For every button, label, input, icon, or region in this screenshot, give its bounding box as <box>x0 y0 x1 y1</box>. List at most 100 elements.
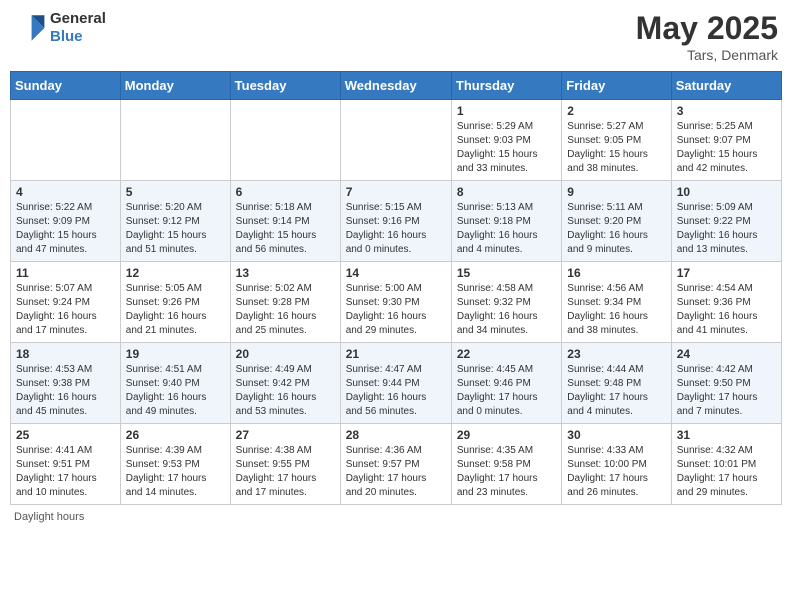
day-number: 31 <box>677 428 776 442</box>
day-info: Sunrise: 4:36 AM Sunset: 9:57 PM Dayligh… <box>346 444 446 500</box>
calendar-cell: 4Sunrise: 5:22 AM Sunset: 9:09 PM Daylig… <box>11 181 121 262</box>
day-info: Sunrise: 5:02 AM Sunset: 9:28 PM Dayligh… <box>236 282 335 338</box>
day-info: Sunrise: 4:32 AM Sunset: 10:01 PM Daylig… <box>677 444 776 500</box>
day-number: 24 <box>677 347 776 361</box>
day-info: Sunrise: 5:27 AM Sunset: 9:05 PM Dayligh… <box>567 120 665 176</box>
day-number: 25 <box>16 428 115 442</box>
day-number: 28 <box>346 428 446 442</box>
day-number: 1 <box>457 104 556 118</box>
calendar-day-header: Monday <box>120 72 230 100</box>
day-number: 6 <box>236 185 335 199</box>
day-number: 22 <box>457 347 556 361</box>
day-info: Sunrise: 5:07 AM Sunset: 9:24 PM Dayligh… <box>16 282 115 338</box>
day-number: 10 <box>677 185 776 199</box>
day-info: Sunrise: 4:33 AM Sunset: 10:00 PM Daylig… <box>567 444 665 500</box>
calendar-header-row: SundayMondayTuesdayWednesdayThursdayFrid… <box>11 72 782 100</box>
calendar-cell: 24 Sunrise: 4:42 AM Sunset: 9:50 PM Dayli… <box>671 343 781 424</box>
calendar-cell: 12 Sunrise: 5:05 AM Sunset: 9:26 PM Dayli… <box>120 262 230 343</box>
calendar-cell: 9 Sunrise: 5:11 AM Sunset: 9:20 PM Daylig… <box>562 181 671 262</box>
day-info: Sunrise: 4:41 AM Sunset: 9:51 PM Dayligh… <box>16 444 115 500</box>
day-number: 8 <box>457 185 556 199</box>
calendar-week-row: 4Sunrise: 5:22 AM Sunset: 9:09 PM Daylig… <box>11 181 782 262</box>
calendar-cell: 30 Sunrise: 4:33 AM Sunset: 10:00 PM Dayl… <box>562 424 671 505</box>
day-info: Sunrise: 4:39 AM Sunset: 9:53 PM Dayligh… <box>126 444 225 500</box>
calendar-cell: 5Sunrise: 5:20 AM Sunset: 9:12 PM Daylig… <box>120 181 230 262</box>
day-info: Sunrise: 5:05 AM Sunset: 9:26 PM Dayligh… <box>126 282 225 338</box>
calendar-cell: 13 Sunrise: 5:02 AM Sunset: 9:28 PM Dayli… <box>230 262 340 343</box>
day-number: 29 <box>457 428 556 442</box>
calendar-cell: 8 Sunrise: 5:13 AM Sunset: 9:18 PM Daylig… <box>451 181 561 262</box>
day-info: Sunrise: 4:44 AM Sunset: 9:48 PM Dayligh… <box>567 363 665 419</box>
logo: General Blue <box>14 10 106 46</box>
day-info: Sunrise: 5:29 AM Sunset: 9:03 PM Dayligh… <box>457 120 556 176</box>
day-info: Sunrise: 5:11 AM Sunset: 9:20 PM Dayligh… <box>567 201 665 257</box>
day-info: Sunrise: 5:20 AM Sunset: 9:12 PM Dayligh… <box>126 201 225 257</box>
day-info: Sunrise: 5:13 AM Sunset: 9:18 PM Dayligh… <box>457 201 556 257</box>
calendar-cell: 16Sunrise: 4:56 AM Sunset: 9:34 PM Dayli… <box>562 262 671 343</box>
calendar-day-header: Thursday <box>451 72 561 100</box>
calendar-cell: 6 Sunrise: 5:18 AM Sunset: 9:14 PM Daylig… <box>230 181 340 262</box>
title-block: May 2025 Tars, Denmark <box>636 10 778 63</box>
calendar-day-header: Wednesday <box>340 72 451 100</box>
calendar-cell: 19 Sunrise: 4:51 AM Sunset: 9:40 PM Dayli… <box>120 343 230 424</box>
day-info: Sunrise: 4:58 AM Sunset: 9:32 PM Dayligh… <box>457 282 556 338</box>
day-number: 23 <box>567 347 665 361</box>
day-info: Sunrise: 4:49 AM Sunset: 9:42 PM Dayligh… <box>236 363 335 419</box>
day-number: 13 <box>236 266 335 280</box>
calendar-cell: 7Sunrise: 5:15 AM Sunset: 9:16 PM Daylig… <box>340 181 451 262</box>
day-number: 21 <box>346 347 446 361</box>
day-number: 20 <box>236 347 335 361</box>
day-number: 3 <box>677 104 776 118</box>
calendar-day-header: Saturday <box>671 72 781 100</box>
month-year-title: May 2025 <box>636 10 778 47</box>
calendar-cell <box>120 100 230 181</box>
day-info: Sunrise: 4:35 AM Sunset: 9:58 PM Dayligh… <box>457 444 556 500</box>
day-number: 30 <box>567 428 665 442</box>
day-info: Sunrise: 4:38 AM Sunset: 9:55 PM Dayligh… <box>236 444 335 500</box>
day-info: Sunrise: 5:25 AM Sunset: 9:07 PM Dayligh… <box>677 120 776 176</box>
calendar-week-row: 18 Sunrise: 4:53 AM Sunset: 9:38 PM Dayli… <box>11 343 782 424</box>
calendar-cell: 11Sunrise: 5:07 AM Sunset: 9:24 PM Dayli… <box>11 262 121 343</box>
calendar-cell <box>340 100 451 181</box>
day-info: Sunrise: 4:51 AM Sunset: 9:40 PM Dayligh… <box>126 363 225 419</box>
calendar-cell: 14 Sunrise: 5:00 AM Sunset: 9:30 PM Dayli… <box>340 262 451 343</box>
day-number: 18 <box>16 347 115 361</box>
day-number: 2 <box>567 104 665 118</box>
day-info: Sunrise: 4:53 AM Sunset: 9:38 PM Dayligh… <box>16 363 115 419</box>
day-info: Sunrise: 5:00 AM Sunset: 9:30 PM Dayligh… <box>346 282 446 338</box>
day-number: 14 <box>346 266 446 280</box>
calendar-week-row: 25 Sunrise: 4:41 AM Sunset: 9:51 PM Dayli… <box>11 424 782 505</box>
calendar-week-row: 1 Sunrise: 5:29 AM Sunset: 9:03 PM Daylig… <box>11 100 782 181</box>
day-info: Sunrise: 5:09 AM Sunset: 9:22 PM Dayligh… <box>677 201 776 257</box>
calendar-cell: 26 Sunrise: 4:39 AM Sunset: 9:53 PM Dayli… <box>120 424 230 505</box>
calendar-day-header: Friday <box>562 72 671 100</box>
calendar-cell: 25 Sunrise: 4:41 AM Sunset: 9:51 PM Dayli… <box>11 424 121 505</box>
day-number: 26 <box>126 428 225 442</box>
calendar-cell: 20 Sunrise: 4:49 AM Sunset: 9:42 PM Dayli… <box>230 343 340 424</box>
calendar-cell: 17Sunrise: 4:54 AM Sunset: 9:36 PM Dayli… <box>671 262 781 343</box>
day-info: Sunrise: 4:54 AM Sunset: 9:36 PM Dayligh… <box>677 282 776 338</box>
calendar-cell: 10 Sunrise: 5:09 AM Sunset: 9:22 PM Dayli… <box>671 181 781 262</box>
day-number: 12 <box>126 266 225 280</box>
day-number: 15 <box>457 266 556 280</box>
day-number: 19 <box>126 347 225 361</box>
calendar-cell: 23 Sunrise: 4:44 AM Sunset: 9:48 PM Dayli… <box>562 343 671 424</box>
calendar-cell: 15 Sunrise: 4:58 AM Sunset: 9:32 PM Dayli… <box>451 262 561 343</box>
calendar-cell: 22 Sunrise: 4:45 AM Sunset: 9:46 PM Dayli… <box>451 343 561 424</box>
day-info: Sunrise: 4:45 AM Sunset: 9:46 PM Dayligh… <box>457 363 556 419</box>
calendar-cell <box>11 100 121 181</box>
day-number: 9 <box>567 185 665 199</box>
calendar-cell <box>230 100 340 181</box>
day-info: Sunrise: 4:42 AM Sunset: 9:50 PM Dayligh… <box>677 363 776 419</box>
logo-icon <box>14 12 46 44</box>
footer: Daylight hours <box>10 511 782 523</box>
calendar-cell: 3 Sunrise: 5:25 AM Sunset: 9:07 PM Daylig… <box>671 100 781 181</box>
calendar-cell: 18 Sunrise: 4:53 AM Sunset: 9:38 PM Dayli… <box>11 343 121 424</box>
day-info: Sunrise: 5:15 AM Sunset: 9:16 PM Dayligh… <box>346 201 446 257</box>
calendar-cell: 2 Sunrise: 5:27 AM Sunset: 9:05 PM Daylig… <box>562 100 671 181</box>
day-info: Sunrise: 5:22 AM Sunset: 9:09 PM Dayligh… <box>16 201 115 257</box>
day-info: Sunrise: 5:18 AM Sunset: 9:14 PM Dayligh… <box>236 201 335 257</box>
calendar-cell: 28 Sunrise: 4:36 AM Sunset: 9:57 PM Dayli… <box>340 424 451 505</box>
location-subtitle: Tars, Denmark <box>636 47 778 63</box>
logo-text: General Blue <box>50 10 106 46</box>
